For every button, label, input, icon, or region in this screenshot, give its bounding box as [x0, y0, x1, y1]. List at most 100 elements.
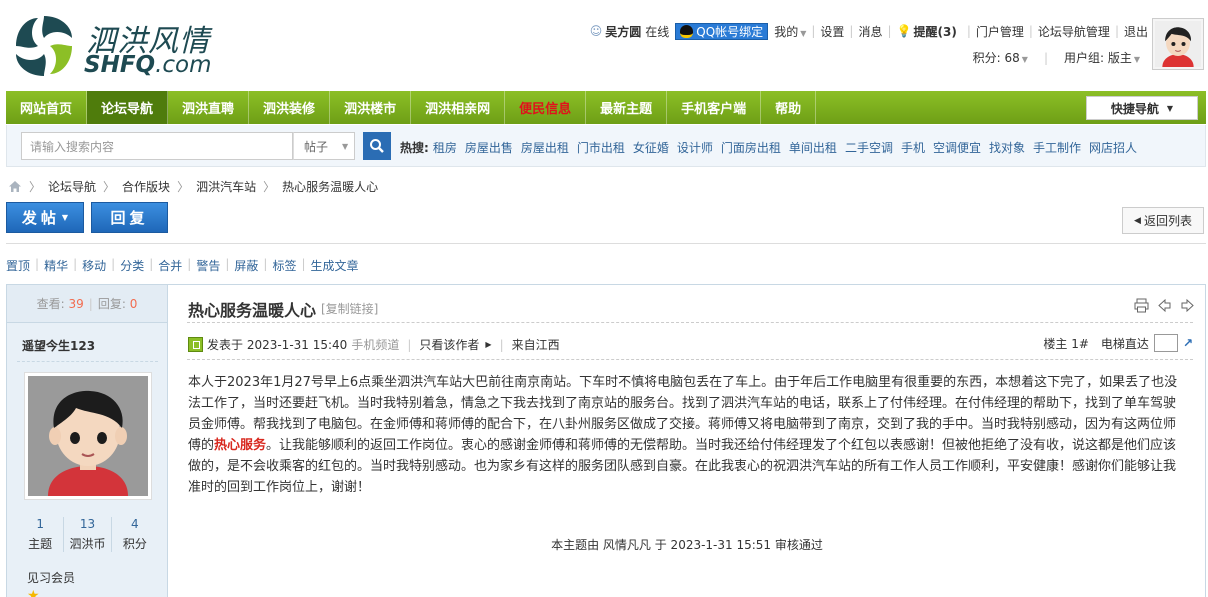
- author-stat-coins[interactable]: 13 泗洪币: [64, 517, 112, 552]
- main-nav: 网站首页 论坛导航 泗洪直聘 泗洪装修 泗洪楼市 泗洪相亲网 便民信息 最新主题…: [6, 91, 1206, 124]
- nav-forum[interactable]: 论坛导航: [87, 91, 169, 124]
- remind-link[interactable]: 提醒(3): [913, 23, 956, 40]
- nav-latest[interactable]: 最新主题: [586, 91, 668, 124]
- chevron-down-icon: ▼: [1133, 55, 1140, 64]
- copy-link-button[interactable]: [复制链接]: [321, 300, 378, 317]
- hot-search-link[interactable]: 网店招人: [1089, 139, 1137, 156]
- moderation-bar: 置顶 | 精华 | 移动 | 分类 | 合并 | 警告 | 屏蔽 | 标签 | 生成文章: [6, 257, 359, 274]
- mobile-channel-link[interactable]: 手机频道: [351, 336, 399, 353]
- search-button[interactable]: [363, 132, 391, 160]
- only-author-link[interactable]: 只看该作者: [419, 336, 479, 353]
- search-type-select[interactable]: 帖子 ▼: [293, 132, 355, 160]
- logo-text-en: SHFQ.com: [84, 52, 212, 78]
- logo-mark-icon: [16, 16, 72, 76]
- chevron-left-icon: ◀: [1134, 215, 1141, 226]
- breadcrumb-board[interactable]: 合作版块: [122, 178, 170, 195]
- search-input[interactable]: 请输入搜索内容: [21, 132, 293, 160]
- next-thread-icon[interactable]: [1180, 298, 1195, 313]
- prev-thread-icon[interactable]: [1157, 298, 1172, 313]
- post-main: 热心服务温暖人心 [复制链接] 发表于 2023-1-31 15:40 手机频道…: [169, 285, 1205, 597]
- nav-admin-link[interactable]: 论坛导航管理: [1038, 23, 1110, 40]
- messages-link[interactable]: 消息: [858, 23, 882, 40]
- hot-search-link[interactable]: 租房: [433, 139, 457, 156]
- user-icon: ☺: [589, 24, 603, 38]
- go-arrow-icon[interactable]: ↗: [1183, 336, 1193, 350]
- nav-home[interactable]: 网站首页: [6, 91, 88, 124]
- mod-merge[interactable]: 合并: [158, 257, 182, 274]
- nav-mobile-client[interactable]: 手机客户端: [667, 91, 762, 124]
- nav-realestate[interactable]: 泗洪楼市: [330, 91, 412, 124]
- hot-search-link[interactable]: 单间出租: [789, 139, 837, 156]
- mod-sticky[interactable]: 置顶: [6, 257, 30, 274]
- nav-help[interactable]: 帮助: [761, 91, 817, 124]
- caret-right-icon: ▶: [485, 340, 492, 349]
- hot-search-link[interactable]: 设计师: [677, 139, 713, 156]
- floor-number: 楼主 1#: [1043, 336, 1089, 351]
- reply-button[interactable]: 回复: [91, 202, 168, 233]
- search-icon: [370, 139, 384, 153]
- breadcrumb-station[interactable]: 泗洪汽车站: [196, 178, 256, 195]
- settings-link[interactable]: 设置: [820, 23, 844, 40]
- highlight-link[interactable]: 热心服务: [214, 438, 266, 453]
- site-logo[interactable]: 泗洪风情 SHFQ.com: [10, 12, 230, 82]
- author-name[interactable]: 遥望今生123: [22, 337, 95, 354]
- hot-searches: 热搜: 租房 房屋出售 房屋出租 门市出租 女征婚 设计师 门面房出租 单间出租…: [400, 139, 1138, 156]
- username-link[interactable]: 吴方圆: [605, 23, 641, 40]
- hot-search-link[interactable]: 房屋出售: [465, 139, 513, 156]
- avatar-icon: [28, 376, 148, 496]
- elevator-label: 电梯直达: [1100, 336, 1149, 351]
- hot-search-link[interactable]: 手工制作: [1033, 139, 1081, 156]
- print-icon[interactable]: [1134, 298, 1149, 313]
- author-avatar[interactable]: [24, 372, 152, 500]
- hot-search-link[interactable]: 房屋出租: [521, 139, 569, 156]
- divider: [17, 361, 158, 362]
- back-to-list-button[interactable]: ◀ 返回列表: [1122, 207, 1204, 234]
- hot-search-link[interactable]: 找对象: [989, 139, 1025, 156]
- nav-decor[interactable]: 泗洪装修: [249, 91, 331, 124]
- nav-dating[interactable]: 泗洪相亲网: [411, 91, 506, 124]
- mod-classify[interactable]: 分类: [120, 257, 144, 274]
- new-post-button[interactable]: 发帖 ▼: [6, 202, 84, 233]
- floor-tools: 楼主 1# 电梯直达 ↗: [1043, 334, 1193, 352]
- avatar-icon: [1155, 21, 1201, 67]
- mod-digest[interactable]: 精华: [44, 257, 68, 274]
- thread-title: 热心服务温暖人心: [188, 301, 317, 320]
- chevron-down-icon: ▼: [342, 141, 349, 151]
- thread-stats: 查看: 39 | 回复: 0: [7, 285, 167, 323]
- chevron-down-icon: ▼: [61, 213, 69, 222]
- points-menu[interactable]: 积分: 68 ▼: [973, 49, 1028, 66]
- quick-nav-button[interactable]: 快捷导航 ▼: [1086, 96, 1198, 120]
- hot-search-link[interactable]: 手机: [901, 139, 925, 156]
- hot-search-link[interactable]: 空调便宜: [933, 139, 981, 156]
- home-icon[interactable]: [8, 180, 22, 193]
- avatar[interactable]: [1152, 18, 1204, 70]
- audit-note: 本主题由 风情凡凡 于 2023-1-31 15:51 审核通过: [551, 538, 823, 552]
- hot-search-link[interactable]: 二手空调: [845, 139, 893, 156]
- nav-jobs[interactable]: 泗洪直聘: [168, 91, 250, 124]
- my-menu[interactable]: 我的 ▼: [774, 23, 806, 40]
- divider: [6, 243, 1206, 244]
- mod-warn[interactable]: 警告: [196, 257, 220, 274]
- hot-search-link[interactable]: 女征婚: [633, 139, 669, 156]
- qq-bind-button[interactable]: QQ帐号绑定: [675, 22, 769, 40]
- chevron-down-icon: ▼: [1021, 55, 1028, 64]
- author-stat-points[interactable]: 4 积分: [112, 517, 158, 552]
- hot-search-link[interactable]: 门市出租: [577, 139, 625, 156]
- mod-move[interactable]: 移动: [82, 257, 106, 274]
- author-stats: 1 主题 13 泗洪币 4 积分: [17, 517, 158, 552]
- post-info: 发表于 2023-1-31 15:40 手机频道 | 只看该作者 ▶ | 来自江…: [188, 336, 560, 353]
- mod-tags[interactable]: 标签: [272, 257, 296, 274]
- mod-block[interactable]: 屏蔽: [234, 257, 258, 274]
- divider: [187, 322, 1193, 323]
- breadcrumb: 〉论坛导航 〉合作版块 〉泗洪汽车站 〉热心服务温暖人心: [8, 178, 378, 195]
- hot-search-link[interactable]: 门面房出租: [721, 139, 781, 156]
- author-stat-threads[interactable]: 1 主题: [17, 517, 65, 552]
- usergroup-menu[interactable]: 用户组: 版主 ▼: [1064, 49, 1140, 66]
- breadcrumb-forum[interactable]: 论坛导航: [48, 178, 96, 195]
- breadcrumb-current: 热心服务温暖人心: [282, 180, 379, 194]
- nav-classifieds[interactable]: 便民信息: [505, 91, 587, 124]
- portal-admin-link[interactable]: 门户管理: [976, 23, 1024, 40]
- mod-article[interactable]: 生成文章: [311, 257, 359, 274]
- logout-link[interactable]: 退出: [1124, 23, 1148, 40]
- floor-jump-input[interactable]: [1153, 334, 1178, 352]
